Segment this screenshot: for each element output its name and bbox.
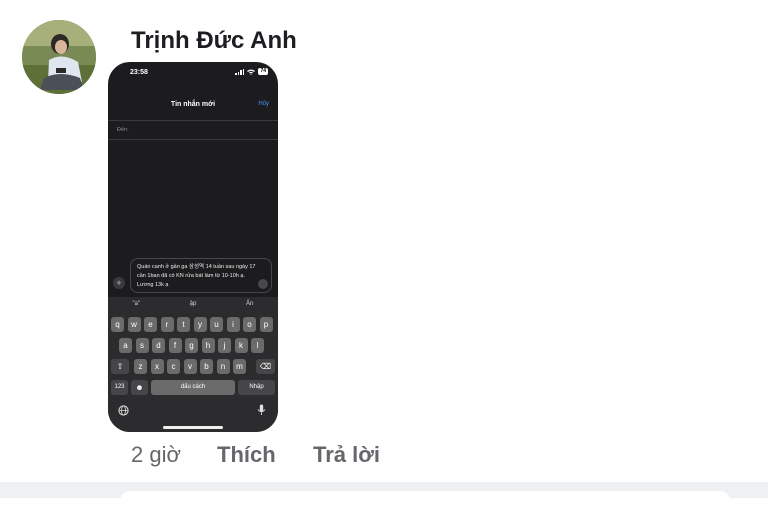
- key[interactable]: g: [185, 338, 198, 353]
- emoji-icon[interactable]: ☻: [131, 380, 148, 395]
- shift-key[interactable]: ⇧: [111, 359, 129, 374]
- key[interactable]: c: [167, 359, 180, 374]
- battery-icon: 74: [258, 68, 268, 75]
- suggestion-bar: "a" ập Ấn: [108, 297, 278, 312]
- key[interactable]: r: [160, 317, 174, 332]
- numbers-key[interactable]: 123: [111, 380, 128, 395]
- message-text: Quán canh ở gần ga 삼성역 14 tuần sau ngày …: [137, 264, 256, 288]
- key[interactable]: e: [144, 317, 157, 332]
- plus-icon[interactable]: +: [113, 277, 125, 289]
- key[interactable]: p: [259, 317, 273, 332]
- key[interactable]: l: [251, 338, 264, 353]
- attached-screenshot[interactable]: 23:58 74 Tin nhắn mới Hủy Đến: Quán canh…: [108, 62, 278, 432]
- suggestion-item[interactable]: ập: [165, 297, 222, 312]
- key[interactable]: d: [152, 338, 165, 353]
- comment-input[interactable]: [120, 491, 730, 511]
- avatar[interactable]: [22, 20, 96, 94]
- nav-bar: Tin nhắn mới Hủy: [108, 90, 278, 118]
- like-button[interactable]: Thích: [217, 442, 276, 468]
- profile-photo: [22, 20, 96, 94]
- cancel-button[interactable]: Hủy: [258, 101, 269, 107]
- wifi-icon: [247, 69, 256, 75]
- suggestion-item[interactable]: Ấn: [221, 297, 278, 312]
- message-input[interactable]: Quán canh ở gần ga 삼성역 14 tuần sau ngày …: [130, 258, 272, 293]
- return-key[interactable]: Nhập: [238, 380, 275, 395]
- key[interactable]: y: [193, 317, 207, 332]
- recipient-field[interactable]: Đến:: [108, 120, 278, 140]
- key[interactable]: j: [218, 338, 231, 353]
- nav-title: Tin nhắn mới: [170, 101, 216, 108]
- space-key[interactable]: dấu cách: [151, 380, 235, 395]
- key[interactable]: b: [200, 359, 213, 374]
- recipient-label: Đến:: [117, 127, 129, 133]
- key[interactable]: s: [135, 338, 149, 353]
- microphone-icon[interactable]: [257, 404, 266, 416]
- keyboard: "a" ập Ấn q w e r t y u i o p a s d f g …: [108, 297, 278, 432]
- send-icon[interactable]: [258, 279, 268, 289]
- key[interactable]: u: [210, 317, 223, 332]
- signal-icon: [235, 68, 245, 75]
- key[interactable]: v: [183, 359, 197, 374]
- key[interactable]: k: [234, 338, 248, 353]
- key[interactable]: h: [201, 338, 215, 353]
- status-icons: 74: [235, 68, 268, 75]
- key[interactable]: a: [119, 338, 132, 353]
- status-time: 23:58: [130, 69, 148, 76]
- key[interactable]: m: [233, 359, 246, 374]
- key[interactable]: x: [150, 359, 164, 374]
- key[interactable]: n: [216, 359, 230, 374]
- key[interactable]: t: [177, 317, 190, 332]
- comment-timestamp[interactable]: 2 giờ: [131, 442, 181, 468]
- suggestion-item[interactable]: "a": [108, 297, 165, 312]
- key[interactable]: q: [111, 317, 124, 332]
- key[interactable]: z: [134, 359, 147, 374]
- globe-icon[interactable]: [118, 405, 129, 416]
- backspace-key[interactable]: ⌫: [256, 359, 275, 374]
- comment-author[interactable]: Trịnh Đức Anh: [131, 27, 297, 55]
- key[interactable]: f: [168, 338, 182, 353]
- key[interactable]: i: [226, 317, 240, 332]
- home-indicator: [163, 426, 223, 429]
- key[interactable]: o: [243, 317, 256, 332]
- reply-button[interactable]: Trả lời: [313, 442, 380, 468]
- key[interactable]: w: [127, 317, 141, 332]
